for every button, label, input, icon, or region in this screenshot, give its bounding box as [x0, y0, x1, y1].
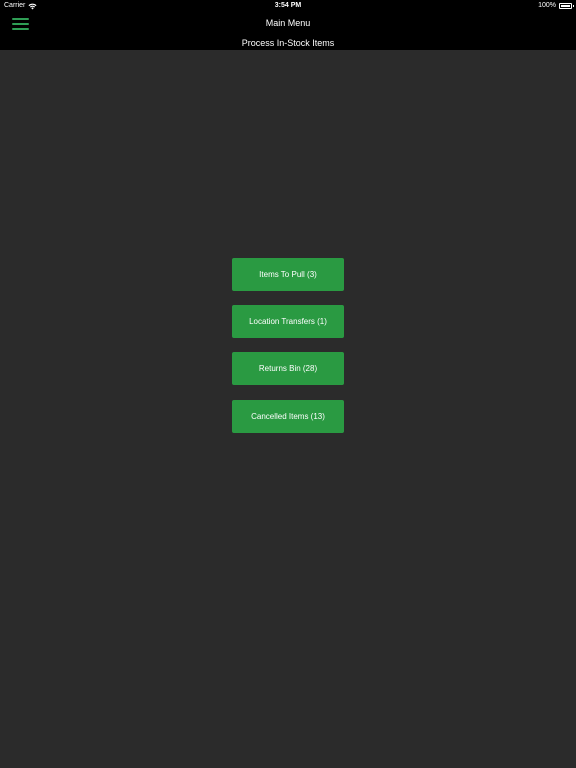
location-transfers-button[interactable]: Location Transfers (1) — [232, 305, 344, 338]
cancelled-items-button[interactable]: Cancelled Items (13) — [232, 400, 344, 433]
items-to-pull-button[interactable]: Items To Pull (3) — [232, 258, 344, 291]
menu-line — [12, 28, 29, 30]
page-title: Main Menu — [265, 18, 311, 28]
status-bar: Carrier 3:54 PM 100% — [0, 0, 576, 12]
battery-percent: 100% — [538, 2, 556, 9]
status-right: 100% — [538, 0, 574, 12]
returns-bin-button[interactable]: Returns Bin (28) — [232, 352, 344, 385]
app-screen: Carrier 3:54 PM 100% Main Menu Process I… — [0, 0, 576, 768]
status-time: 3:54 PM — [274, 2, 302, 9]
battery-fill — [561, 5, 570, 7]
nav-header: Main Menu Process In-Stock Items — [0, 12, 576, 50]
battery-icon — [559, 3, 574, 9]
page-subtitle: Process In-Stock Items — [241, 38, 335, 48]
